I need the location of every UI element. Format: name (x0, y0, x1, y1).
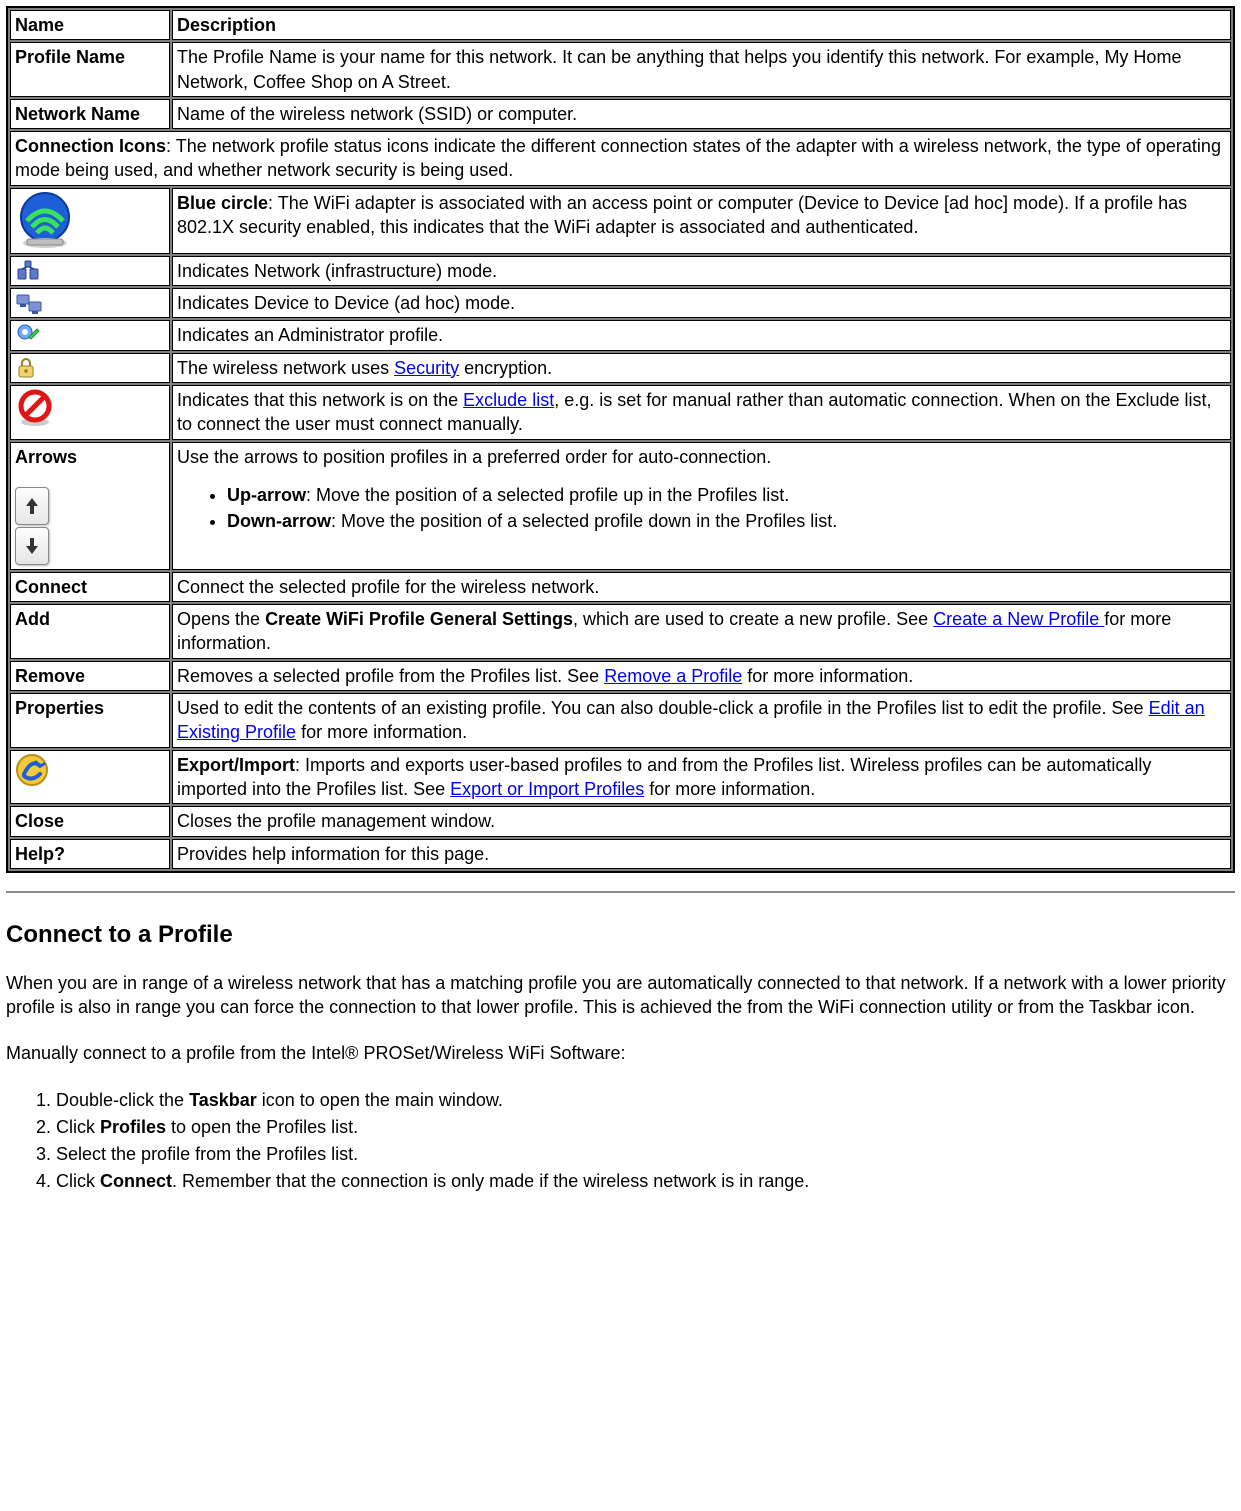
infrastructure-mode-icon (10, 256, 170, 286)
row-adhoc-desc: Indicates Device to Device (ad hoc) mode… (172, 288, 1231, 318)
exclude-icon (10, 385, 170, 440)
row-blue-circle-desc: Blue circle: The WiFi adapter is associa… (172, 188, 1231, 254)
divider (6, 891, 1235, 893)
security-lock-icon (10, 353, 170, 383)
row-connection-icons: Connection Icons: The network profile st… (10, 131, 1231, 186)
wifi-connected-icon (10, 188, 170, 254)
row-properties-label: Properties (10, 693, 170, 748)
row-infra-desc: Indicates Network (infrastructure) mode. (172, 256, 1231, 286)
row-properties-desc: Used to edit the contents of an existing… (172, 693, 1231, 748)
row-help-label: Help? (10, 839, 170, 869)
create-new-profile-link[interactable]: Create a New Profile (933, 609, 1104, 629)
row-export-desc: Export/Import: Imports and exports user-… (172, 750, 1231, 805)
up-arrow-button[interactable] (15, 487, 49, 525)
section-p1: When you are in range of a wireless netw… (6, 971, 1235, 1020)
step-3: Select the profile from the Profiles lis… (56, 1142, 1235, 1167)
row-network-name-label: Network Name (10, 99, 170, 129)
row-security-desc: The wireless network uses Security encry… (172, 353, 1231, 383)
row-remove-label: Remove (10, 661, 170, 691)
remove-profile-link[interactable]: Remove a Profile (604, 666, 742, 686)
exclude-list-link[interactable]: Exclude list (463, 390, 554, 410)
row-admin-desc: Indicates an Administrator profile. (172, 320, 1231, 350)
row-remove-desc: Removes a selected profile from the Prof… (172, 661, 1231, 691)
row-add-label: Add (10, 604, 170, 659)
step-2: Click Profiles to open the Profiles list… (56, 1115, 1235, 1140)
row-connect-label: Connect (10, 572, 170, 602)
header-description: Description (172, 10, 1231, 40)
export-import-icon (10, 750, 170, 805)
row-help-desc: Provides help information for this page. (172, 839, 1231, 869)
profiles-table: Name Description Profile Name The Profil… (6, 6, 1235, 873)
row-exclude-desc: Indicates that this network is on the Ex… (172, 385, 1231, 440)
section-p2: Manually connect to a profile from the I… (6, 1041, 1235, 1065)
row-profile-name-label: Profile Name (10, 42, 170, 97)
row-profile-name-desc: The Profile Name is your name for this n… (172, 42, 1231, 97)
adhoc-mode-icon (10, 288, 170, 318)
down-arrow-button[interactable] (15, 527, 49, 565)
header-name: Name (10, 10, 170, 40)
step-4: Click Connect. Remember that the connect… (56, 1169, 1235, 1194)
section-title: Connect to a Profile (6, 921, 1235, 949)
steps-list: Double-click the Taskbar icon to open th… (36, 1088, 1235, 1195)
row-network-name-desc: Name of the wireless network (SSID) or c… (172, 99, 1231, 129)
step-1: Double-click the Taskbar icon to open th… (56, 1088, 1235, 1113)
security-link[interactable]: Security (394, 358, 459, 378)
row-connect-desc: Connect the selected profile for the wir… (172, 572, 1231, 602)
row-close-label: Close (10, 806, 170, 836)
row-arrows-label: Arrows (10, 442, 170, 570)
row-close-desc: Closes the profile management window. (172, 806, 1231, 836)
row-add-desc: Opens the Create WiFi Profile General Se… (172, 604, 1231, 659)
export-import-link[interactable]: Export or Import Profiles (450, 779, 644, 799)
row-arrows-desc: Use the arrows to position profiles in a… (172, 442, 1231, 570)
admin-profile-icon (10, 320, 170, 350)
